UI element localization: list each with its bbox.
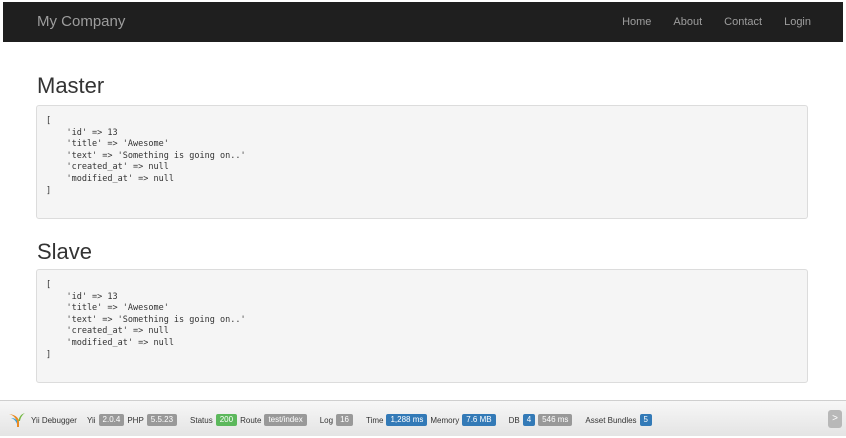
log-block[interactable]: Log 16 — [320, 414, 356, 426]
yii-label: Yii — [86, 415, 96, 425]
yii-version-badge: 2.0.4 — [98, 414, 125, 426]
master-code-block: [ 'id' => 13 'title' => 'Awesome' 'text'… — [36, 105, 808, 219]
debug-toolbar: Yii Debugger Yii 2.0.4 PHP 5.5.23 Status… — [0, 400, 846, 436]
route-label: Route — [240, 415, 262, 425]
yii-debugger-link[interactable]: Yii Debugger — [8, 412, 77, 428]
navbar: My Company Home About Contact Login — [3, 2, 843, 42]
profiling-block[interactable]: Time 1,288 ms Memory 7.6 MB — [366, 414, 499, 426]
assets-block[interactable]: Asset Bundles 5 — [585, 414, 655, 426]
memory-label: Memory — [430, 415, 460, 425]
nav-contact[interactable]: Contact — [724, 16, 762, 28]
time-badge: 1,288 ms — [386, 414, 428, 426]
db-label: DB — [508, 415, 520, 425]
assets-label: Asset Bundles — [585, 415, 637, 425]
db-time-badge: 546 ms — [538, 414, 573, 426]
request-block[interactable]: Status 200 Route test/index — [190, 414, 310, 426]
memory-badge: 7.6 MB — [462, 414, 496, 426]
status-label: Status — [190, 415, 213, 425]
toolbar-toggle-button[interactable]: > — [828, 410, 842, 428]
php-version-badge: 5.5.23 — [146, 414, 178, 426]
status-badge: 200 — [215, 414, 238, 426]
slave-heading: Slave — [37, 239, 93, 264]
time-label: Time — [365, 415, 384, 425]
db-count-badge: 4 — [522, 414, 536, 426]
debugger-label: Yii Debugger — [31, 415, 77, 425]
php-label: PHP — [127, 415, 144, 425]
nav-login[interactable]: Login — [784, 16, 811, 28]
nav-about[interactable]: About — [673, 16, 702, 28]
brand-link[interactable]: My Company — [37, 13, 125, 30]
master-heading: Master — [37, 73, 105, 98]
nav-home[interactable]: Home — [622, 16, 651, 28]
db-block[interactable]: DB 4 546 ms — [509, 414, 576, 426]
route-badge: test/index — [264, 414, 307, 426]
slave-code-block: [ 'id' => 13 'title' => 'Awesome' 'text'… — [36, 269, 808, 383]
log-badge: 16 — [336, 414, 353, 426]
log-label: Log — [319, 415, 334, 425]
version-block[interactable]: Yii 2.0.4 PHP 5.5.23 — [87, 414, 180, 426]
yii-logo-icon — [9, 413, 25, 427]
nav-menu: Home About Contact Login — [600, 16, 811, 28]
assets-badge: 5 — [639, 414, 652, 426]
